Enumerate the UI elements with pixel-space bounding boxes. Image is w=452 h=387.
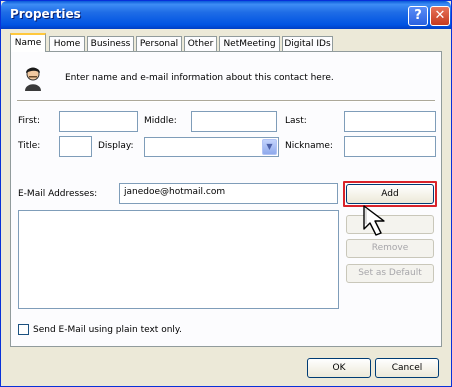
tab-label: NetMeeting bbox=[223, 39, 276, 49]
tab-other[interactable]: Other bbox=[184, 36, 217, 51]
display-label: Display: bbox=[98, 141, 134, 151]
title-bar[interactable]: Properties ? ✕ bbox=[1, 1, 451, 29]
set-default-button[interactable]: Set as Default bbox=[346, 264, 434, 283]
tab-personal[interactable]: Personal bbox=[136, 36, 182, 51]
email-input[interactable]: janedoe@hotmail.com bbox=[119, 183, 338, 204]
first-name-input[interactable] bbox=[59, 111, 138, 132]
mouse-pointer-icon bbox=[363, 205, 385, 236]
intro-text: Enter name and e-mail information about … bbox=[65, 73, 334, 83]
window-title: Properties bbox=[10, 7, 81, 21]
email-label: E-Mail Addresses: bbox=[18, 189, 98, 199]
help-icon: ? bbox=[414, 8, 422, 23]
display-dropdown-button[interactable]: ▼ bbox=[262, 139, 277, 155]
tab-label: Other bbox=[187, 39, 214, 49]
tab-label: Personal bbox=[139, 39, 179, 49]
title-label: Title: bbox=[18, 141, 41, 151]
tab-home[interactable]: Home bbox=[49, 36, 85, 51]
last-name-input[interactable] bbox=[344, 111, 436, 132]
tab-label: Name bbox=[14, 38, 42, 48]
title-input[interactable] bbox=[59, 136, 92, 157]
contact-avatar-icon bbox=[25, 67, 41, 91]
help-button[interactable]: ? bbox=[408, 6, 428, 26]
plain-text-label: Send E-Mail using plain text only. bbox=[33, 325, 182, 335]
tab-label: Digital IDs bbox=[284, 39, 331, 49]
ok-button[interactable]: OK bbox=[307, 358, 371, 378]
tab-label: Business bbox=[90, 39, 131, 49]
cancel-button[interactable]: Cancel bbox=[375, 358, 439, 378]
separator bbox=[17, 100, 435, 102]
tab-name[interactable]: Name bbox=[10, 33, 46, 52]
middle-label: Middle: bbox=[144, 116, 177, 126]
plain-text-checkbox[interactable] bbox=[18, 324, 29, 335]
remove-button[interactable]: Remove bbox=[346, 239, 434, 258]
tab-netmeeting[interactable]: NetMeeting bbox=[219, 36, 280, 51]
tab-label: Home bbox=[53, 39, 81, 49]
tab-business[interactable]: Business bbox=[87, 36, 134, 51]
properties-dialog: Properties ? ✕ Name Home Business Person… bbox=[0, 0, 452, 387]
tab-digital-ids[interactable]: Digital IDs bbox=[282, 36, 333, 51]
last-label: Last: bbox=[285, 116, 307, 126]
close-button[interactable]: ✕ bbox=[430, 6, 450, 26]
nickname-label: Nickname: bbox=[285, 141, 333, 151]
nickname-input[interactable] bbox=[344, 136, 436, 157]
display-select[interactable] bbox=[144, 137, 279, 157]
first-label: First: bbox=[18, 116, 40, 126]
add-button[interactable]: Add bbox=[346, 184, 434, 204]
email-address-list[interactable] bbox=[18, 210, 339, 309]
close-icon: ✕ bbox=[434, 8, 446, 23]
middle-name-input[interactable] bbox=[191, 111, 277, 132]
chevron-down-icon: ▼ bbox=[266, 142, 273, 151]
